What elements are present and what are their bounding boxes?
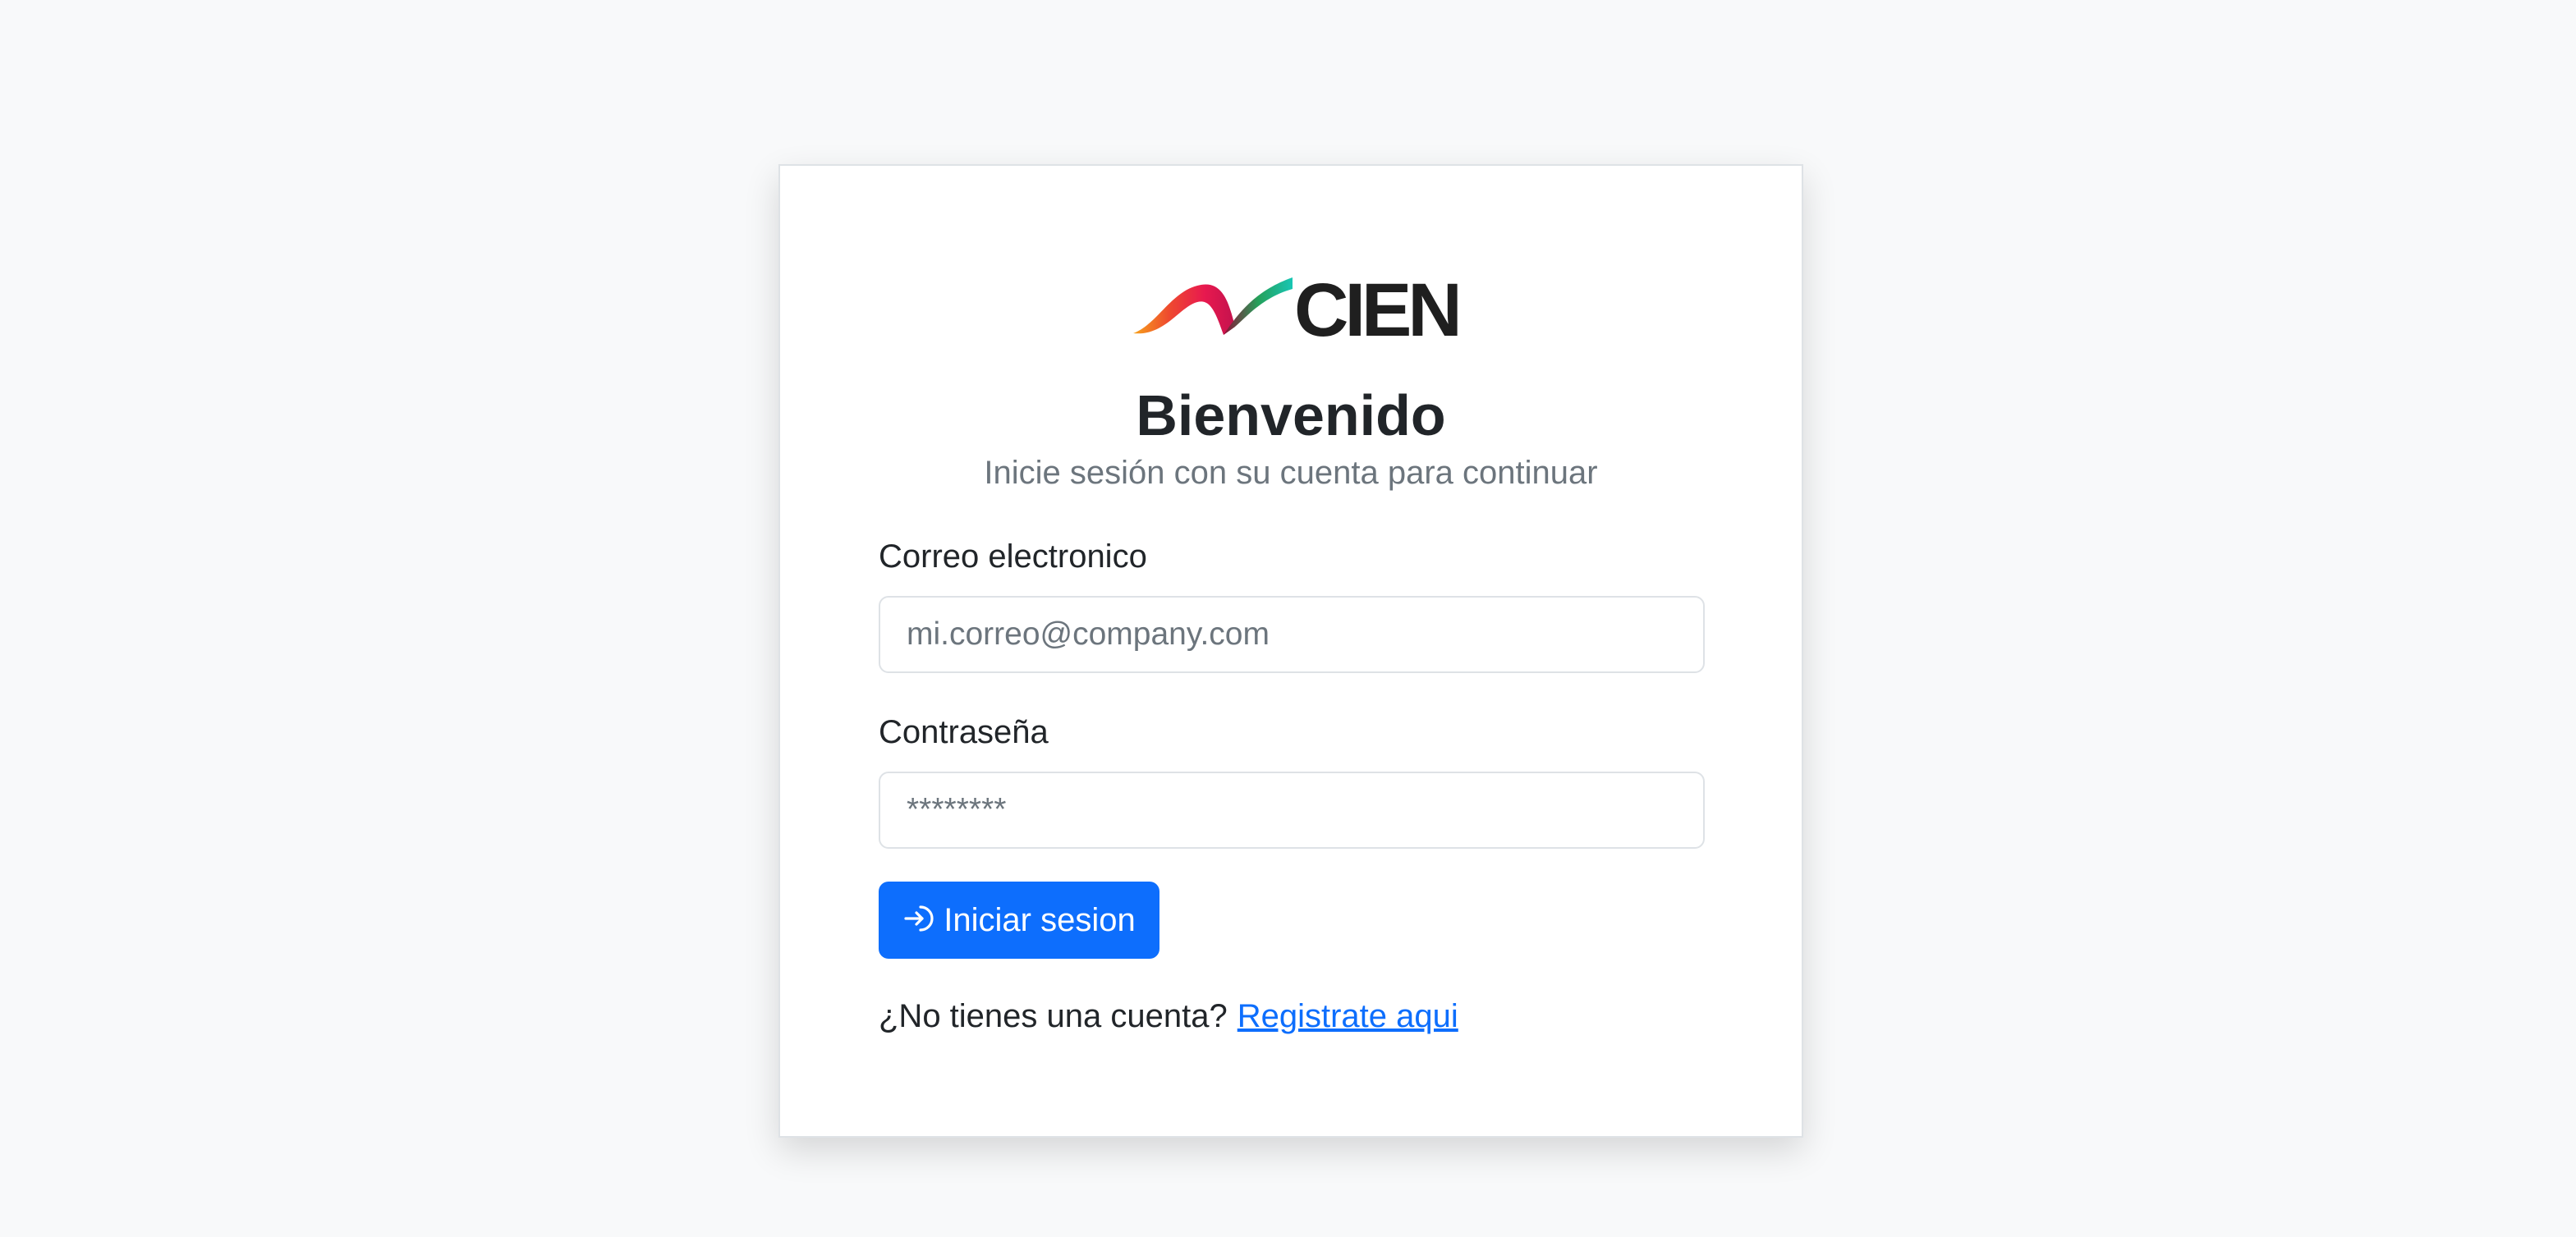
- email-input[interactable]: [879, 596, 1705, 673]
- register-link[interactable]: Registrate aqui: [1237, 998, 1458, 1034]
- password-input[interactable]: [879, 772, 1705, 849]
- login-button-label: Iniciar sesion: [944, 901, 1136, 938]
- login-arrow-icon: [902, 902, 935, 935]
- brand-ribbon-icon: [1133, 277, 1293, 335]
- login-card: CIEN Bienvenido Inicie sesión con su cue…: [778, 164, 1803, 1138]
- register-prompt-text: ¿No tienes una cuenta?: [879, 998, 1228, 1034]
- login-title: Bienvenido: [1136, 383, 1446, 447]
- brand-logo: CIEN: [1132, 268, 1462, 352]
- register-prompt: ¿No tienes una cuenta? Registrate aqui: [879, 996, 1458, 1036]
- email-label: Correo electronico: [879, 538, 1147, 575]
- brand-logo-text: CIEN: [1294, 268, 1462, 352]
- login-subtitle: Inicie sesión con su cuenta para continu…: [984, 455, 1598, 491]
- login-button[interactable]: Iniciar sesion: [879, 882, 1159, 959]
- password-label: Contraseña: [879, 714, 1049, 750]
